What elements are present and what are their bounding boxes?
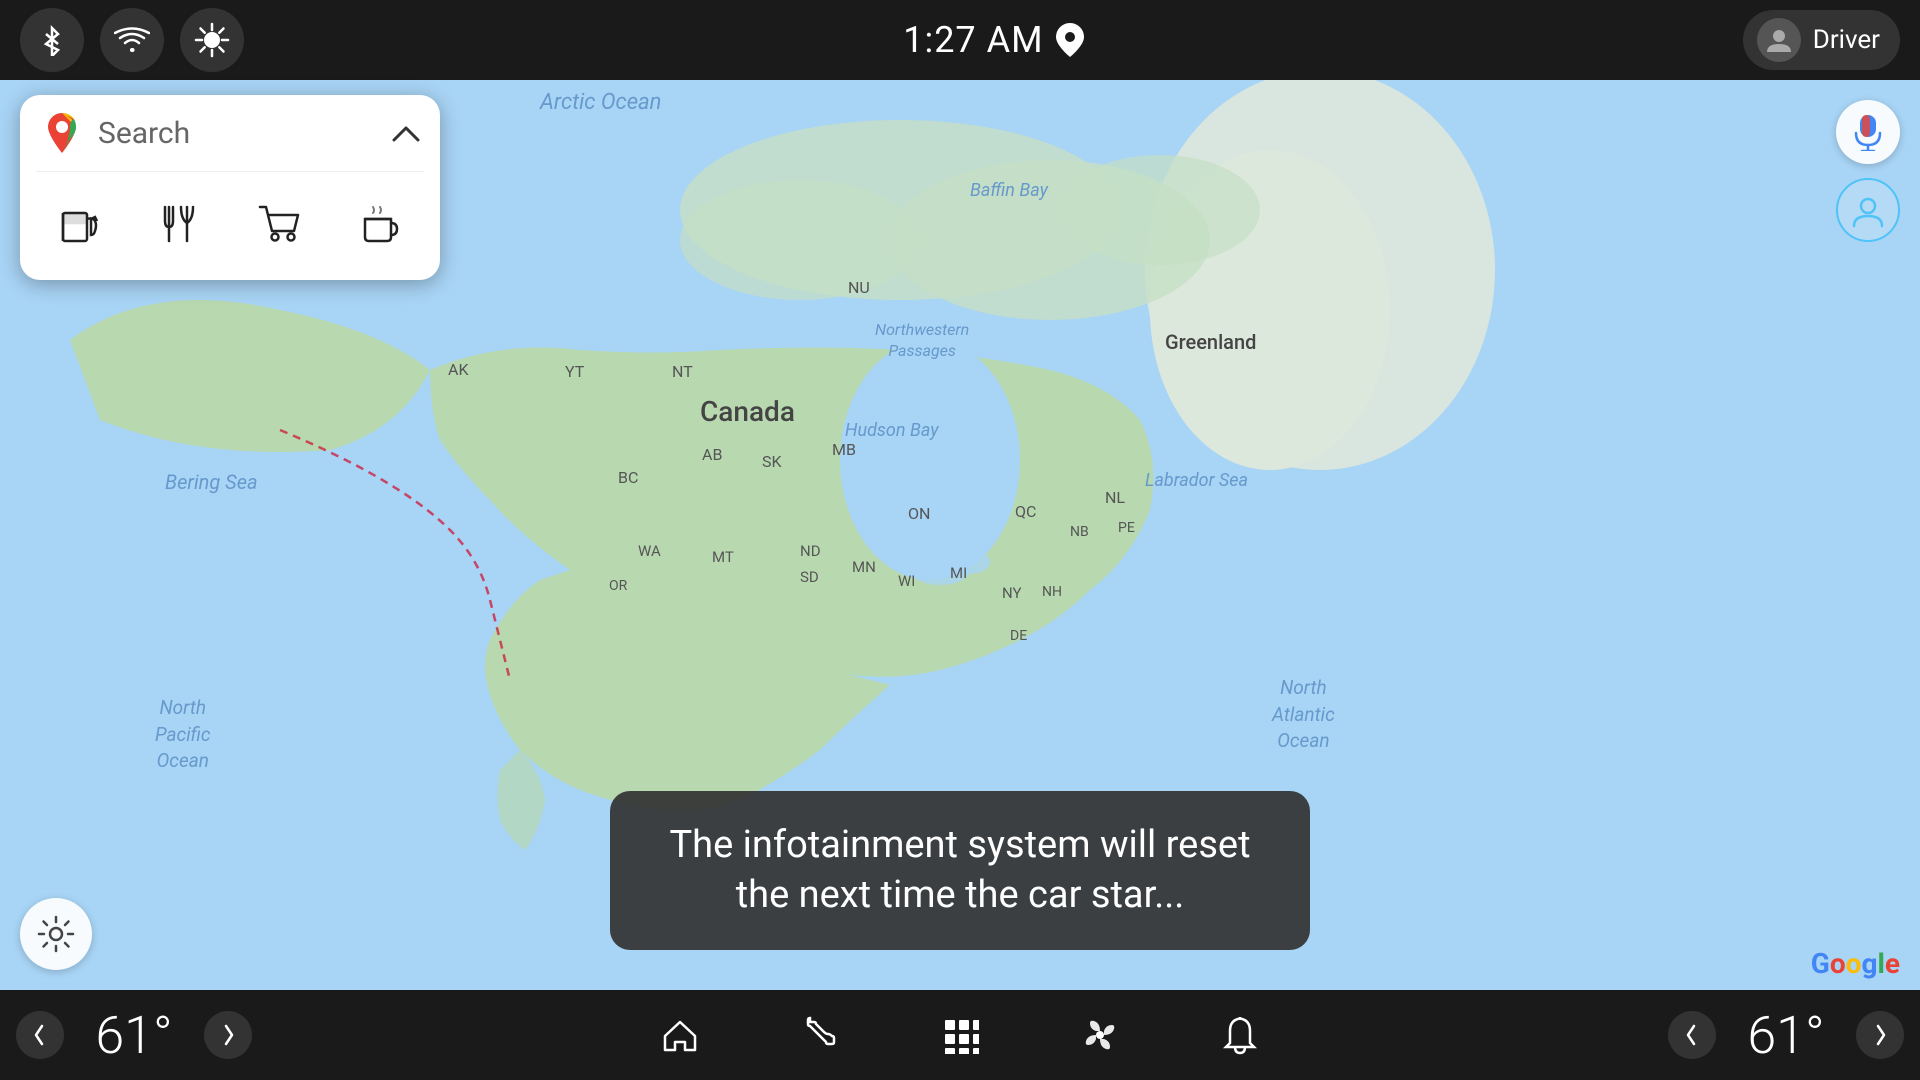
map-controls-right — [1836, 100, 1900, 242]
coffee-button[interactable] — [344, 188, 416, 260]
grocery-button[interactable] — [244, 188, 316, 260]
left-temp-section: 61° — [0, 1005, 320, 1066]
shopping-cart-icon — [258, 203, 302, 245]
clock-display: 1:27 AM — [903, 19, 1043, 61]
location-pin-icon — [1056, 23, 1084, 57]
google-logo: Google — [1811, 947, 1900, 980]
microphone-button[interactable] — [1836, 100, 1900, 164]
driver-avatar — [1757, 18, 1801, 62]
search-panel: Search — [20, 95, 440, 280]
nav-icons — [320, 1005, 1600, 1065]
search-bar[interactable]: Search — [20, 95, 440, 171]
temp-left-decrease-button[interactable] — [16, 1011, 64, 1059]
maps-logo-icon — [40, 111, 84, 155]
fan-button[interactable] — [1070, 1005, 1130, 1065]
restaurant-button[interactable] — [144, 188, 216, 260]
temp-left-increase-button[interactable] — [204, 1011, 252, 1059]
left-temperature-display: 61° — [74, 1005, 194, 1066]
top-bar-left — [20, 8, 244, 72]
right-temp-section: 61° — [1600, 1005, 1920, 1066]
apps-button[interactable] — [930, 1005, 990, 1065]
profile-button[interactable] — [1836, 178, 1900, 242]
chevron-up-icon — [392, 124, 420, 142]
settings-button[interactable] — [20, 898, 92, 970]
driver-label: Driver — [1813, 25, 1880, 55]
notifications-button[interactable] — [1210, 1005, 1270, 1065]
gas-station-icon — [59, 203, 101, 245]
right-temperature-display: 61° — [1726, 1005, 1846, 1066]
bottom-bar: 61° — [0, 990, 1920, 1080]
temp-right-decrease-button[interactable] — [1668, 1011, 1716, 1059]
top-bar-right: Driver — [1743, 10, 1900, 70]
search-shortcuts — [20, 172, 440, 280]
home-button[interactable] — [650, 1005, 710, 1065]
driver-button[interactable]: Driver — [1743, 10, 1900, 70]
gas-station-button[interactable] — [44, 188, 116, 260]
toast-text: The infotainment system will reset the n… — [660, 821, 1260, 920]
temp-right-increase-button[interactable] — [1856, 1011, 1904, 1059]
top-bar-center: 1:27 AM — [244, 19, 1743, 61]
bluetooth-button[interactable] — [20, 8, 84, 72]
brightness-button[interactable] — [180, 8, 244, 72]
top-bar: 1:27 AM Driver — [0, 0, 1920, 80]
search-placeholder: Search — [98, 116, 378, 151]
wifi-button[interactable] — [100, 8, 164, 72]
restaurant-icon — [159, 203, 201, 245]
coffee-icon — [359, 203, 401, 245]
toast-notification: The infotainment system will reset the n… — [610, 791, 1310, 950]
phone-button[interactable] — [790, 1005, 850, 1065]
